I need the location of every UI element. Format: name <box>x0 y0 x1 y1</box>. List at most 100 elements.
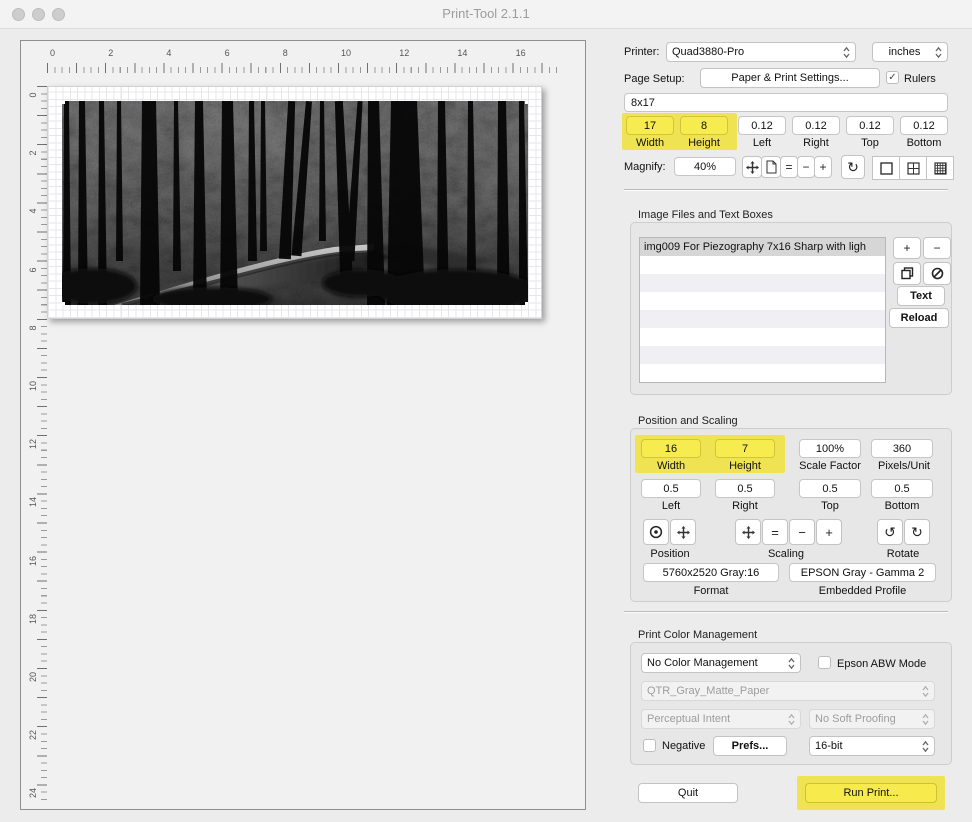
forest-photo <box>62 101 528 305</box>
paper-right-label: Right <box>792 137 840 149</box>
printer-select[interactable]: Quad3880-Pro <box>666 42 856 62</box>
paper-left-field[interactable]: 0.12 <box>738 116 786 135</box>
paper-left-label: Left <box>738 137 786 149</box>
run-print-button[interactable]: Run Print... <box>805 783 937 803</box>
window-title: Print-Tool 2.1.1 <box>0 6 972 21</box>
scale-factor-label: Scale Factor <box>793 460 867 472</box>
title-bar: Print-Tool 2.1.1 <box>0 0 972 29</box>
stepper-icon <box>922 685 929 698</box>
files-group: img009 For Piezography 7x16 Sharp with l… <box>630 222 952 395</box>
zoom-actual-button[interactable]: = <box>780 156 798 178</box>
add-file-button[interactable]: + <box>893 237 921 259</box>
color-mode-select[interactable]: No Color Management <box>641 653 801 673</box>
image-top-field[interactable]: 0.5 <box>799 479 861 498</box>
file-list[interactable]: img009 For Piezography 7x16 Sharp with l… <box>639 237 886 383</box>
paper-height-field[interactable]: 8 <box>680 116 728 135</box>
image-left-label: Left <box>641 500 701 512</box>
paper-print-settings-button[interactable]: Paper & Print Settings... <box>700 68 880 88</box>
center-position-icon[interactable] <box>643 519 669 545</box>
magnify-field[interactable]: 40% <box>674 157 736 176</box>
stepper-icon <box>935 46 942 59</box>
fit-page-icon[interactable] <box>761 156 781 178</box>
negative-label: Negative <box>662 740 705 752</box>
image-top-label: Top <box>799 500 861 512</box>
divider <box>624 611 948 613</box>
image-width-field[interactable]: 16 <box>641 439 701 458</box>
pan-icon[interactable] <box>742 156 762 178</box>
ruler-horizontal: 0246810121416 <box>47 47 559 73</box>
reload-button[interactable]: Reload <box>889 308 949 328</box>
position-label: Position <box>639 548 701 560</box>
prefs-button[interactable]: Prefs... <box>713 736 787 756</box>
preview-canvas[interactable]: 0246810121416 024681012141618202224 <box>20 40 586 810</box>
image-height-field[interactable]: 7 <box>715 439 775 458</box>
epson-abw-checkbox[interactable] <box>818 656 831 669</box>
image-right-field[interactable]: 0.5 <box>715 479 775 498</box>
view-mode-segment[interactable] <box>873 156 954 180</box>
files-group-title: Image Files and Text Boxes <box>638 209 773 221</box>
paper-height-label: Height <box>680 137 728 149</box>
units-select[interactable]: inches <box>872 42 948 62</box>
view-quadrant-icon[interactable] <box>899 156 927 180</box>
disable-icon[interactable] <box>923 262 951 285</box>
image-left-field[interactable]: 0.5 <box>641 479 701 498</box>
image-handle-tr[interactable] <box>525 101 528 104</box>
list-item[interactable] <box>640 364 885 382</box>
list-item[interactable] <box>640 346 885 364</box>
list-item[interactable] <box>640 292 885 310</box>
image-width-label: Width <box>641 460 701 472</box>
refresh-icon[interactable]: ↻ <box>841 155 865 179</box>
paper-bottom-label: Bottom <box>900 137 948 149</box>
quit-button[interactable]: Quit <box>638 783 738 803</box>
image-bottom-field[interactable]: 0.5 <box>871 479 933 498</box>
rotate-cw-button[interactable]: ↻ <box>904 519 930 545</box>
position-group: 16 7 100% 360 Width Height Scale Factor … <box>630 428 952 602</box>
list-item[interactable] <box>640 328 885 346</box>
list-item[interactable]: img009 For Piezography 7x16 Sharp with l… <box>640 238 885 256</box>
list-item[interactable] <box>640 310 885 328</box>
view-grid-icon[interactable] <box>926 156 954 180</box>
move-position-icon[interactable] <box>670 519 696 545</box>
list-item[interactable] <box>640 274 885 292</box>
printer-label: Printer: <box>624 46 659 58</box>
print-preview-image[interactable] <box>62 101 528 305</box>
image-bottom-label: Bottom <box>871 500 933 512</box>
bit-depth-select[interactable]: 16-bit <box>809 736 935 756</box>
image-handle-br[interactable] <box>525 302 528 305</box>
rotate-label: Rotate <box>873 548 933 560</box>
scale-plus-button[interactable]: + <box>816 519 842 545</box>
paper-name-input[interactable]: 8x17 <box>624 93 948 112</box>
paper-sheet-preview[interactable] <box>47 86 542 319</box>
view-plain-icon[interactable] <box>872 156 900 180</box>
position-group-title: Position and Scaling <box>638 415 738 427</box>
paper-right-field[interactable]: 0.12 <box>792 116 840 135</box>
paper-width-field[interactable]: 17 <box>626 116 674 135</box>
scale-equal-button[interactable]: = <box>762 519 788 545</box>
duplicate-icon[interactable] <box>893 262 921 285</box>
paper-bottom-field[interactable]: 0.12 <box>900 116 948 135</box>
rulers-checkbox[interactable]: ✓ <box>886 71 899 84</box>
text-box-button[interactable]: Text <box>897 286 945 306</box>
scale-fit-icon[interactable] <box>735 519 761 545</box>
list-item[interactable] <box>640 256 885 274</box>
remove-file-button[interactable]: − <box>923 237 951 259</box>
magnify-label: Magnify: <box>624 161 666 173</box>
negative-checkbox[interactable] <box>643 739 656 752</box>
format-field: 5760x2520 Gray:16 <box>643 563 779 582</box>
rotate-ccw-button[interactable]: ↺ <box>877 519 903 545</box>
zoom-in-button[interactable]: + <box>814 156 832 178</box>
zoom-out-button[interactable]: − <box>797 156 815 178</box>
stepper-icon <box>788 713 795 726</box>
curve-select: QTR_Gray_Matte_Paper <box>641 681 935 701</box>
image-handle-bl[interactable] <box>62 302 65 305</box>
stepper-icon <box>922 713 929 726</box>
paper-top-field[interactable]: 0.12 <box>846 116 894 135</box>
image-handle-tl[interactable] <box>62 101 65 104</box>
scale-factor-field[interactable]: 100% <box>799 439 861 458</box>
paper-width-label: Width <box>626 137 674 149</box>
embedded-profile-label: Embedded Profile <box>789 585 936 597</box>
scale-minus-button[interactable]: − <box>789 519 815 545</box>
print-tool-window: Print-Tool 2.1.1 0246810121416 024681012… <box>0 0 972 822</box>
pixels-unit-field[interactable]: 360 <box>871 439 933 458</box>
image-right-label: Right <box>715 500 775 512</box>
